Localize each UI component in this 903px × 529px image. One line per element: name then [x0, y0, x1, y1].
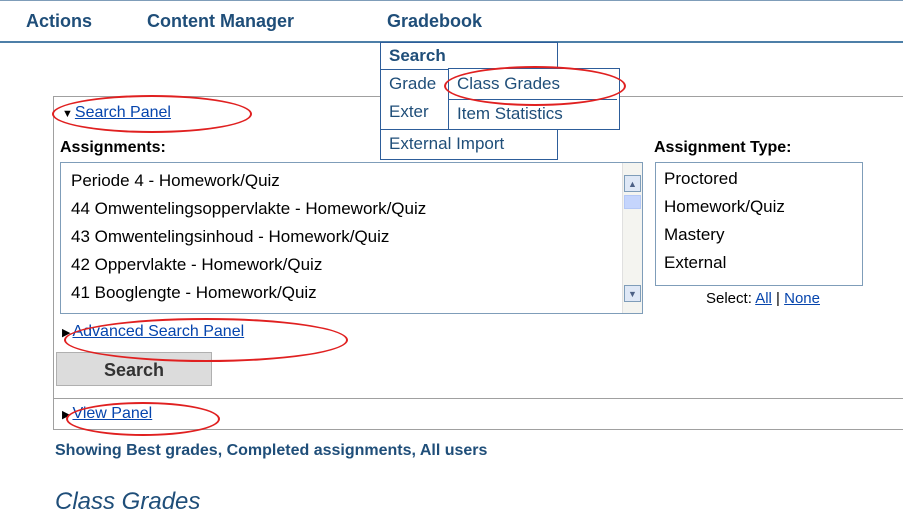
- view-panel-toggle[interactable]: ▶ View Panel: [62, 405, 152, 423]
- list-item[interactable]: Proctored: [664, 169, 738, 189]
- page-title: Class Grades: [55, 488, 201, 515]
- list-item[interactable]: Mastery: [664, 225, 724, 245]
- scroll-up-icon[interactable]: ▲: [624, 175, 641, 192]
- menu-content-manager[interactable]: Content Manager: [147, 11, 294, 32]
- status-text: Showing Best grades, Completed assignmen…: [55, 442, 488, 459]
- select-all-link[interactable]: All: [755, 290, 772, 307]
- menu-item-class-grades[interactable]: Class Grades: [449, 70, 617, 98]
- assignments-listbox[interactable]: Periode 4 - Homework/Quiz 44 Omwenteling…: [60, 162, 643, 314]
- search-submenu: Class Grades Item Statistics: [448, 68, 620, 130]
- list-item[interactable]: 41 Booglengte - Homework/Quiz: [71, 283, 317, 303]
- search-button[interactable]: Search: [56, 352, 212, 386]
- select-controls: Select: All | None: [706, 290, 820, 307]
- assignments-label: Assignments:: [60, 139, 166, 156]
- view-panel-box: [53, 398, 903, 430]
- search-panel-toggle[interactable]: ▼ Search Panel: [62, 104, 171, 122]
- select-none-link[interactable]: None: [784, 290, 820, 307]
- select-label: Select:: [706, 290, 752, 307]
- advanced-search-toggle[interactable]: ▶ Advanced Search Panel: [62, 323, 244, 341]
- search-panel-link[interactable]: Search Panel: [75, 104, 171, 121]
- assignment-type-listbox[interactable]: Proctored Homework/Quiz Mastery External: [655, 162, 863, 286]
- list-item[interactable]: External: [664, 253, 726, 273]
- scroll-thumb[interactable]: [624, 195, 641, 209]
- top-menubar: Actions Content Manager Gradebook: [0, 0, 903, 43]
- menu-item-item-statistics[interactable]: Item Statistics: [449, 100, 617, 128]
- vertical-scrollbar[interactable]: ▲ ▼: [622, 163, 642, 313]
- list-item[interactable]: 44 Omwentelingsoppervlakte - Homework/Qu…: [71, 199, 426, 219]
- triangle-down-icon: ▼: [62, 108, 73, 120]
- list-item[interactable]: 42 Oppervlakte - Homework/Quiz: [71, 255, 322, 275]
- menu-item-search[interactable]: Search: [381, 43, 555, 69]
- list-item[interactable]: Periode 4 - Homework/Quiz: [71, 171, 280, 191]
- menu-actions[interactable]: Actions: [26, 11, 92, 32]
- advanced-search-link[interactable]: Advanced Search Panel: [72, 323, 244, 340]
- menu-gradebook[interactable]: Gradebook: [387, 11, 482, 32]
- view-panel-link[interactable]: View Panel: [72, 405, 152, 422]
- menu-item-external-import[interactable]: External Import: [381, 131, 555, 157]
- list-item[interactable]: 43 Omwentelingsinhoud - Homework/Quiz: [71, 227, 389, 247]
- triangle-right-icon: ▶: [62, 327, 71, 339]
- assignment-type-label: Assignment Type:: [654, 139, 792, 156]
- triangle-right-icon: ▶: [62, 409, 71, 421]
- list-item[interactable]: Homework/Quiz: [664, 197, 785, 217]
- scroll-down-icon[interactable]: ▼: [624, 285, 641, 302]
- select-separator: |: [776, 290, 780, 307]
